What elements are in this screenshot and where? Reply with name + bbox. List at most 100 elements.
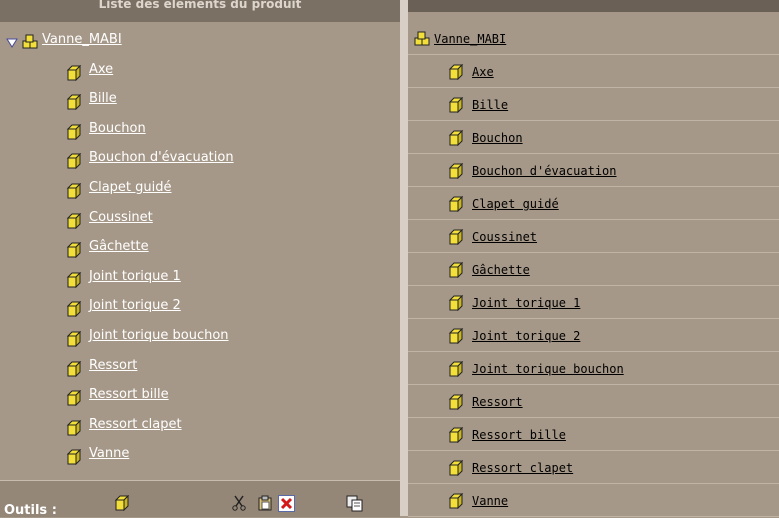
scissors-icon[interactable] [232,495,246,511]
part-cube-icon [66,153,82,170]
part-cube-icon [448,130,464,146]
product-tree: Vanne_MABI Axe Bille Bouchon Bouchon d'évac… [0,30,400,474]
tree-root-link[interactable]: Vanne_MABI [42,32,122,47]
tools-bar: Outils : [0,480,400,518]
list-root-row[interactable]: Vanne_MABI [408,22,779,55]
panel-divider[interactable] [400,0,408,516]
tree-item[interactable]: Vanne [0,444,400,474]
tree-item[interactable]: Coussinet [0,208,400,238]
product-list-panel: Vanne_MABI Axe Bille Bouchon Bouchon d'évac… [408,0,779,517]
tree-item[interactable]: Ressort [0,356,400,386]
list-item-link[interactable]: Ressort [472,395,523,409]
list-item[interactable]: Ressort clapet [408,451,779,484]
list-item-link[interactable]: Coussinet [472,230,537,244]
part-cube-icon [448,196,464,212]
list-item[interactable]: Bouchon [408,121,779,154]
list-item[interactable]: Ressort [408,385,779,418]
tree-item-link[interactable]: Axe [89,62,113,77]
list-item-link[interactable]: Bouchon d'évacuation [472,164,617,178]
part-cube-icon [66,212,82,229]
list-item-link[interactable]: Joint torique 1 [472,296,580,310]
list-item[interactable]: Clapet guidé [408,187,779,220]
tree-item[interactable]: Joint torique bouchon [0,326,400,356]
tree-item[interactable]: Clapet guidé [0,178,400,208]
tree-item-link[interactable]: Gâchette [89,239,149,254]
part-cube-icon [66,64,82,81]
part-cube-icon [448,427,464,443]
list-item[interactable]: Ressort bille [408,418,779,451]
expand-triangle-icon[interactable] [6,38,18,48]
part-cube-icon [66,390,82,407]
list-item[interactable]: Axe [408,55,779,88]
part-cube-icon [66,94,82,111]
part-cube-icon [448,64,464,80]
list-item-link[interactable]: Ressort bille [472,428,566,442]
list-item-link[interactable]: Axe [472,65,494,79]
tree-item[interactable]: Joint torique 1 [0,267,400,297]
part-cube-icon [66,330,82,347]
tree-item-link[interactable]: Bouchon [89,121,146,136]
tree-item[interactable]: Bouchon d'évacuation [0,148,400,178]
new-part-icon[interactable] [114,495,130,511]
list-item-link[interactable]: Clapet guidé [472,197,559,211]
list-item-link[interactable]: Bille [472,98,508,112]
tree-item[interactable]: Bouchon [0,119,400,149]
part-cube-icon [448,460,464,476]
tree-item-link[interactable]: Vanne [89,446,129,461]
list-item[interactable]: Coussinet [408,220,779,253]
tree-item-link[interactable]: Ressort bille [89,387,169,402]
list-item-link[interactable]: Gâchette [472,263,530,277]
list-item[interactable]: Joint torique 2 [408,319,779,352]
list-item[interactable]: Joint torique bouchon [408,352,779,385]
tree-item-link[interactable]: Bouchon d'évacuation [89,150,234,165]
tree-root-row[interactable]: Vanne_MABI [0,30,400,60]
part-cube-icon [66,271,82,288]
part-cube-icon [448,229,464,245]
list-item[interactable]: Bouchon d'évacuation [408,154,779,187]
tree-item-link[interactable]: Joint torique bouchon [89,328,229,343]
tree-item-link[interactable]: Joint torique 2 [89,298,181,313]
list-root-link[interactable]: Vanne_MABI [434,32,506,46]
product-list-header [408,0,779,12]
part-cube-icon [448,262,464,278]
tree-item-link[interactable]: Coussinet [89,210,153,225]
list-item[interactable]: Bille [408,88,779,121]
part-cube-icon [66,360,82,377]
assembly-icon [22,34,38,49]
part-cube-icon [448,493,464,509]
list-item-link[interactable]: Ressort clapet [472,461,573,475]
tree-item[interactable]: Ressort clapet [0,415,400,445]
product-list: Vanne_MABI Axe Bille Bouchon Bouchon d'évac… [408,22,779,517]
product-tree-panel: Liste des elements du produit Vanne_MABI… [0,0,400,518]
part-cube-icon [66,242,82,259]
tree-item[interactable]: Axe [0,60,400,90]
list-item[interactable]: Gâchette [408,253,779,286]
tree-item-link[interactable]: Ressort [89,358,137,373]
part-cube-icon [448,295,464,311]
part-cube-icon [66,301,82,318]
part-cube-icon [448,163,464,179]
tree-item[interactable]: Ressort bille [0,385,400,415]
tree-item-link[interactable]: Bille [89,91,117,106]
tree-item[interactable]: Gâchette [0,237,400,267]
tree-item[interactable]: Bille [0,89,400,119]
part-cube-icon [448,361,464,377]
part-cube-icon [66,123,82,140]
list-item-link[interactable]: Joint torique bouchon [472,362,624,376]
list-item-link[interactable]: Joint torique 2 [472,329,580,343]
list-item[interactable]: Joint torique 1 [408,286,779,319]
list-item[interactable]: Vanne [408,484,779,517]
tree-item[interactable]: Joint torique 2 [0,296,400,326]
tree-item-link[interactable]: Joint torique 1 [89,269,181,284]
tree-item-link[interactable]: Ressort clapet [89,417,182,432]
part-cube-icon [66,449,82,466]
list-item-link[interactable]: Vanne [472,494,508,508]
list-item-link[interactable]: Bouchon [472,131,523,145]
product-tree-title: Liste des elements du produit [98,0,302,11]
assembly-icon [414,31,430,46]
part-cube-icon [448,394,464,410]
copy-icon[interactable] [346,495,364,512]
clipboard-icon[interactable] [257,495,273,511]
tree-item-link[interactable]: Clapet guidé [89,180,172,195]
delete-icon[interactable] [278,495,295,512]
